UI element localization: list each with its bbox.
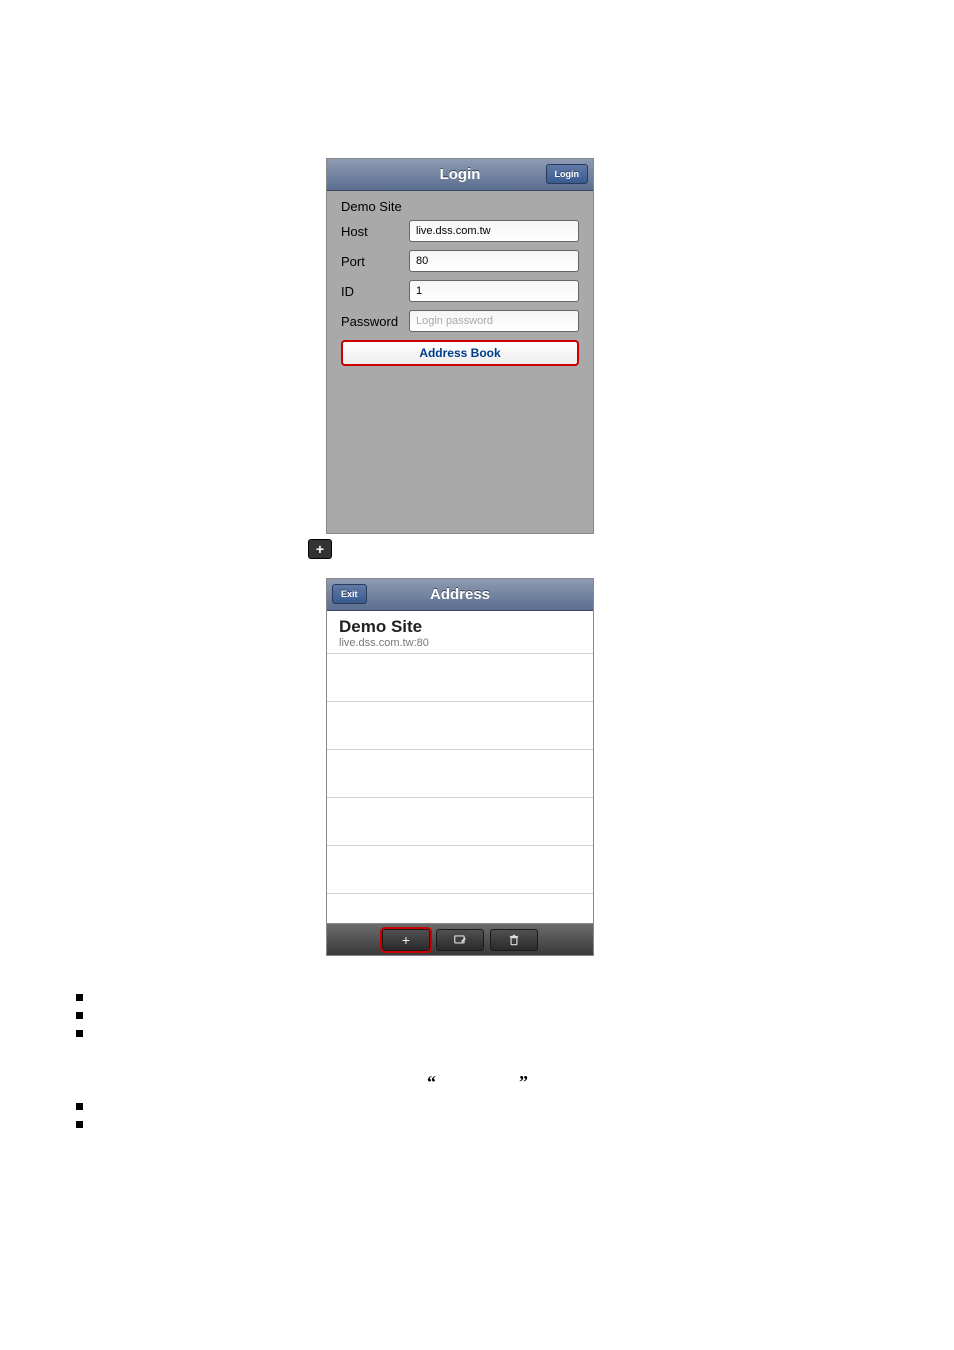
open-quote: “	[427, 1072, 436, 1093]
address-titlebar: Exit Address	[327, 579, 593, 611]
id-input[interactable]	[409, 280, 579, 302]
edit-icon	[453, 933, 467, 947]
bullet-icon	[76, 1121, 83, 1128]
list-item	[327, 846, 593, 894]
port-row: Port	[341, 250, 579, 272]
bullet-icon	[76, 1012, 83, 1019]
address-toolbar: +	[327, 923, 593, 955]
login-titlebar: Login Login	[327, 159, 593, 191]
login-button[interactable]: Login	[546, 164, 589, 184]
password-input[interactable]	[409, 310, 579, 332]
delete-button[interactable]	[490, 929, 538, 951]
list-item	[327, 654, 593, 702]
address-book-button[interactable]: Address Book	[341, 340, 579, 366]
bullet-icon	[76, 1103, 83, 1110]
bullet-icon	[76, 994, 83, 1001]
list-item	[327, 750, 593, 798]
port-input[interactable]	[409, 250, 579, 272]
site-name-label: Demo Site	[341, 199, 579, 214]
bullet-icon	[76, 1030, 83, 1037]
plus-icon[interactable]: +	[308, 539, 332, 559]
id-row: ID	[341, 280, 579, 302]
port-label: Port	[341, 254, 409, 269]
login-title: Login	[440, 166, 481, 183]
address-title: Address	[430, 586, 490, 603]
close-quote: ”	[519, 1072, 528, 1093]
list-item	[327, 702, 593, 750]
address-entry[interactable]: Demo Site live.dss.com.tw:80	[327, 611, 593, 654]
host-input[interactable]	[409, 220, 579, 242]
address-entry-name: Demo Site	[339, 617, 581, 637]
host-label: Host	[341, 224, 409, 239]
bullet-list-2	[76, 1103, 83, 1139]
bullet-list-1	[76, 994, 83, 1048]
trash-icon	[507, 933, 521, 947]
address-entry-host: live.dss.com.tw:80	[339, 637, 581, 649]
edit-button[interactable]	[436, 929, 484, 951]
list-item	[327, 798, 593, 846]
plus-icon: +	[402, 932, 410, 948]
add-button[interactable]: +	[382, 929, 430, 951]
id-label: ID	[341, 284, 409, 299]
login-screen: Login Login Demo Site Host Port ID Passw…	[326, 158, 594, 534]
password-label: Password	[341, 314, 409, 329]
exit-button[interactable]: Exit	[332, 584, 367, 604]
login-form: Demo Site Host Port ID Password Address …	[327, 191, 593, 374]
address-screen: Exit Address Demo Site live.dss.com.tw:8…	[326, 578, 594, 956]
host-row: Host	[341, 220, 579, 242]
password-row: Password	[341, 310, 579, 332]
